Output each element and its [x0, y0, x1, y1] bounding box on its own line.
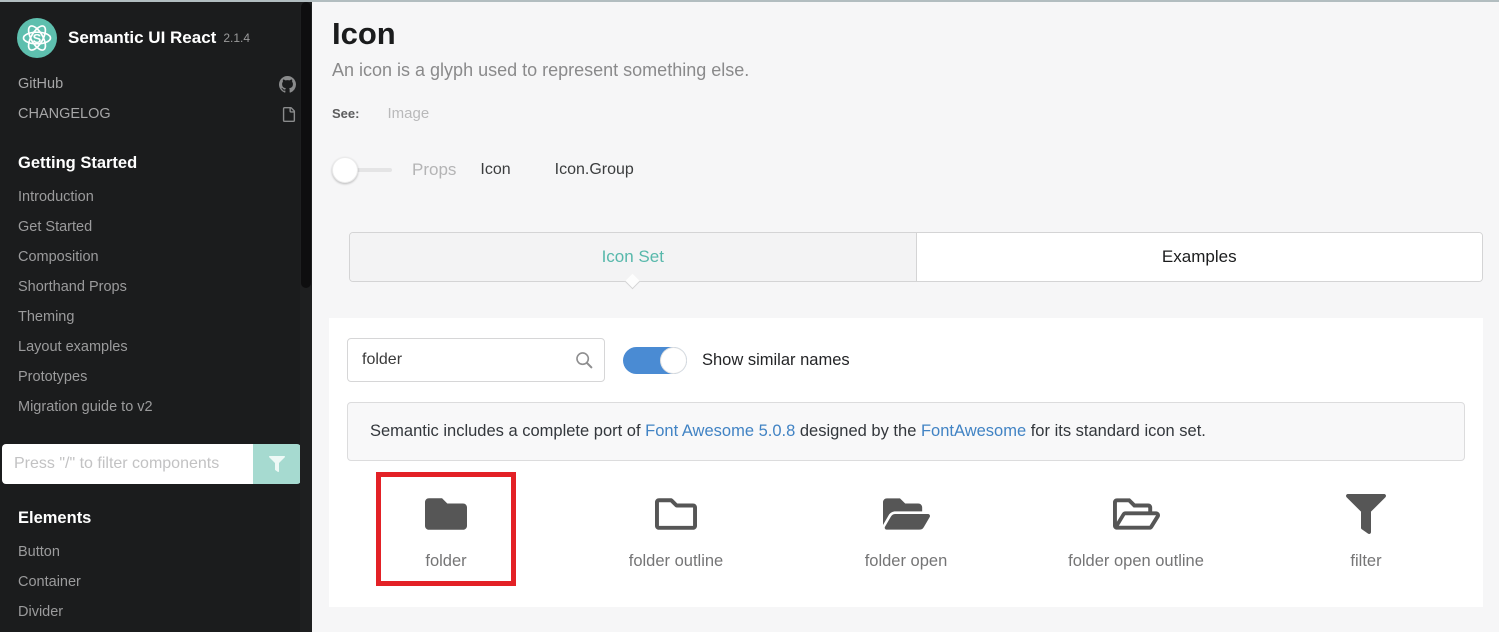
folder-icon — [425, 493, 467, 535]
folder-outline-icon — [655, 493, 697, 535]
sidebar-item-get-started[interactable]: Get Started — [0, 212, 312, 242]
search-icon — [575, 351, 593, 369]
icon-search-row: Show similar names — [347, 338, 1465, 382]
sidebar-link-github[interactable]: GitHub — [0, 69, 312, 99]
message-text: Semantic includes a complete port of — [370, 422, 645, 440]
folder-open-icon — [883, 493, 930, 535]
component-filter-button[interactable] — [253, 444, 301, 484]
tab-content-zone: Show similar names Semantic includes a c… — [312, 282, 1499, 632]
see-label: See: — [332, 106, 359, 121]
props-link-icon-group[interactable]: Icon.Group — [555, 161, 634, 179]
see-also-row: See: Image — [332, 105, 1499, 122]
tab-examples[interactable]: Examples — [917, 233, 1483, 281]
sidebar-item-composition[interactable]: Composition — [0, 242, 312, 272]
sidebar-item-container[interactable]: Container — [0, 567, 312, 597]
see-link-image[interactable]: Image — [387, 105, 429, 122]
file-icon — [281, 107, 296, 122]
page-subtitle: An icon is a glyph used to represent som… — [332, 60, 1499, 81]
filter-icon — [269, 456, 285, 472]
icon-result-filter[interactable]: filter — [1251, 473, 1481, 587]
sidebar-item-theming[interactable]: Theming — [0, 302, 312, 332]
icon-set-panel: Show similar names Semantic includes a c… — [329, 318, 1483, 607]
section-heading: Getting Started — [0, 154, 312, 173]
component-filter — [2, 444, 301, 484]
brand-title: Semantic UI React — [68, 28, 216, 48]
message-text: designed by the — [795, 422, 921, 440]
main-content: Icon An icon is a glyph used to represen… — [312, 2, 1499, 632]
changelog-link-label: CHANGELOG — [18, 106, 111, 122]
sidebar-item-shorthand-props[interactable]: Shorthand Props — [0, 272, 312, 302]
semantic-ui-logo-icon — [17, 18, 57, 58]
message-text: for its standard icon set. — [1026, 422, 1206, 440]
icon-result-folder-open-outline[interactable]: folder open outline — [1021, 473, 1251, 587]
page-title: Icon — [332, 16, 1499, 52]
font-awesome-link[interactable]: FontAwesome — [921, 422, 1026, 440]
section-getting-started: Getting Started Introduction Get Started… — [0, 154, 312, 422]
icon-result-label: folder open — [865, 552, 948, 571]
icon-result-folder[interactable]: folder — [331, 473, 561, 587]
folder-open-outline-icon — [1113, 493, 1160, 535]
sidebar-item-prototypes[interactable]: Prototypes — [0, 362, 312, 392]
props-toggle[interactable] — [332, 157, 394, 183]
section-elements: Elements Button Container Divider — [0, 509, 312, 627]
component-filter-input[interactable] — [2, 444, 253, 484]
show-similar-names-label: Show similar names — [702, 351, 850, 370]
icon-result-label: folder open outline — [1068, 552, 1204, 571]
font-awesome-message: Semantic includes a complete port of Fon… — [347, 402, 1465, 461]
sidebar-scrollbar-thumb[interactable] — [301, 2, 311, 288]
sidebar-item-button[interactable]: Button — [0, 537, 312, 567]
icon-result-folder-open[interactable]: folder open — [791, 473, 1021, 587]
sidebar-link-changelog[interactable]: CHANGELOG — [0, 99, 312, 129]
props-link-icon[interactable]: Icon — [480, 161, 510, 179]
sidebar-item-layout-examples[interactable]: Layout examples — [0, 332, 312, 362]
sidebar-item-introduction[interactable]: Introduction — [0, 182, 312, 212]
sidebar-item-migration-guide[interactable]: Migration guide to v2 — [0, 392, 312, 422]
font-awesome-version-link[interactable]: Font Awesome 5.0.8 — [645, 422, 795, 440]
props-bar: Props Icon Icon.Group — [332, 156, 1499, 184]
show-similar-names-toggle-knob[interactable] — [660, 347, 687, 374]
section-heading: Elements — [0, 509, 312, 528]
icon-result-label: filter — [1350, 552, 1381, 571]
tab-bar: Icon Set Examples — [349, 232, 1483, 282]
icon-result-label: folder outline — [629, 552, 723, 571]
icon-result-folder-outline[interactable]: folder outline — [561, 473, 791, 587]
icon-results-grid: folder folder outline folder open folder… — [331, 473, 1481, 587]
github-icon — [279, 76, 296, 93]
github-link-label: GitHub — [18, 76, 63, 92]
sidebar: Semantic UI React 2.1.4 GitHub CHANGELOG… — [0, 2, 312, 632]
brand-version: 2.1.4 — [223, 31, 250, 45]
props-toggle-label[interactable]: Props — [412, 160, 456, 180]
sidebar-item-divider[interactable]: Divider — [0, 597, 312, 627]
icon-search-input[interactable] — [347, 338, 605, 382]
brand[interactable]: Semantic UI React 2.1.4 — [0, 2, 312, 58]
show-similar-names-toggle[interactable] — [623, 347, 687, 374]
icon-search-field — [347, 338, 605, 382]
icon-result-label: folder — [425, 552, 466, 571]
props-toggle-knob[interactable] — [332, 157, 358, 183]
filter-icon — [1346, 493, 1386, 535]
